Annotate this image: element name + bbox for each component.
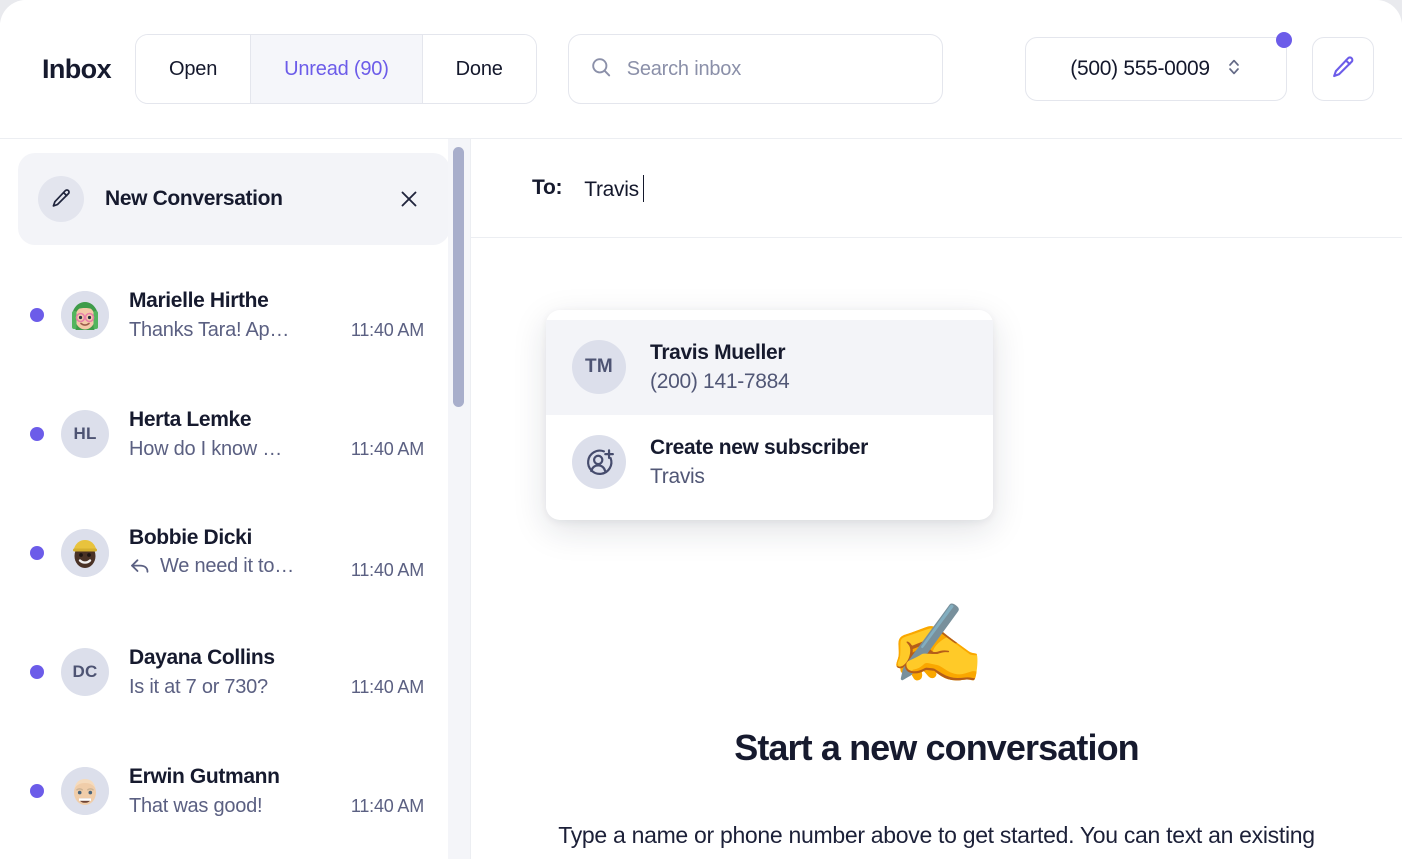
sidebar-scrollbar-thumb[interactable] xyxy=(453,147,464,407)
sidebar-scrollbar[interactable] xyxy=(448,139,470,859)
table-row[interactable]: DC Dayana Collins Is it at 7 or 730? 11:… xyxy=(0,612,470,731)
new-conversation-item[interactable]: New Conversation xyxy=(18,153,450,245)
to-input-value: Travis xyxy=(584,177,639,201)
preview-text: Is it at 7 or 730? xyxy=(129,675,268,698)
conversation-text: Marielle Hirthe Thanks Tara! Ap… 11:40 A… xyxy=(129,287,424,341)
unread-indicator xyxy=(30,783,44,798)
close-icon[interactable] xyxy=(394,184,424,214)
conversation-list: Marielle Hirthe Thanks Tara! Ap… 11:40 A… xyxy=(0,251,470,850)
avatar-initials: HL xyxy=(73,423,97,443)
unread-indicator xyxy=(30,307,44,322)
message-preview: That was good! xyxy=(129,794,263,818)
text-caret xyxy=(642,174,645,202)
table-row[interactable]: HL Herta Lemke How do I know … 11:40 AM xyxy=(0,374,470,493)
conversation-sidebar: New Conversation Marielle Hirthe Thanks … xyxy=(0,139,470,859)
message-preview: Thanks Tara! Ap… xyxy=(129,319,289,342)
preview-text: Thanks Tara! Ap… xyxy=(129,318,290,341)
message-preview: Is it at 7 or 730? xyxy=(129,676,268,699)
avatar-initials: TM xyxy=(584,356,614,378)
suggestion-phone: (200) 141-7884 xyxy=(650,370,790,394)
chevron-updown-icon xyxy=(1226,55,1242,84)
to-field-bar[interactable]: To: Travis xyxy=(471,139,1402,238)
avatar xyxy=(61,528,109,577)
conversation-text: Dayana Collins Is it at 7 or 730? 11:40 … xyxy=(129,644,424,698)
contact-name: Dayana Collins xyxy=(129,646,275,670)
app-window: Inbox Open Unread (90) Done Search inbox… xyxy=(0,0,1402,859)
avatar xyxy=(61,290,109,339)
suggestion-create-value: Travis xyxy=(650,465,705,489)
empty-state-title: Start a new conversation xyxy=(734,727,1139,768)
recipient-suggestions-dropdown: TM Travis Mueller (200) 141-7884 Create … xyxy=(546,310,993,520)
reply-arrow-icon xyxy=(129,556,151,576)
suggestion-create-subscriber[interactable]: Create new subscriber Travis xyxy=(546,414,993,510)
suggestion-text: Travis Mueller (200) 141-7884 xyxy=(650,338,790,397)
timestamp: 11:40 AM xyxy=(350,319,424,340)
preview-text: How do I know … xyxy=(129,437,282,460)
timestamp: 11:40 AM xyxy=(350,560,424,581)
person-add-icon xyxy=(572,435,626,490)
conversation-meta: Is it at 7 or 730? 11:40 AM xyxy=(129,676,424,699)
contact-name: Marielle Hirthe xyxy=(129,289,269,313)
avatar: HL xyxy=(61,409,109,458)
timestamp: 11:40 AM xyxy=(350,795,424,816)
avatar xyxy=(61,766,109,815)
unread-indicator xyxy=(30,426,44,441)
unread-indicator xyxy=(30,664,44,679)
conversation-text: Bobbie Dicki We need it to… 11:40 AM xyxy=(129,524,424,582)
table-row[interactable]: Bobbie Dicki We need it to… 11:40 AM xyxy=(0,493,470,612)
phone-number-value: (500) 555-0009 xyxy=(1070,57,1210,80)
timestamp: 11:40 AM xyxy=(350,676,424,697)
timestamp: 11:40 AM xyxy=(350,438,424,459)
message-preview: We need it to… xyxy=(129,555,294,578)
pencil-icon xyxy=(38,176,84,222)
avatar: TM xyxy=(572,340,626,395)
inbox-header: Inbox Open Unread (90) Done Search inbox… xyxy=(0,0,1402,139)
avatar-initials: DC xyxy=(72,661,98,681)
empty-state-subtitle: Type a name or phone number above to get… xyxy=(558,822,1315,848)
search-input[interactable]: Search inbox xyxy=(627,58,742,81)
message-preview: How do I know … xyxy=(129,438,282,461)
table-row[interactable]: Erwin Gutmann That was good! 11:40 AM xyxy=(0,731,470,850)
inbox-filter-tabs: Open Unread (90) Done xyxy=(135,34,537,104)
to-input[interactable]: Travis xyxy=(584,174,645,202)
to-label: To: xyxy=(532,176,563,199)
tab-unread[interactable]: Unread (90) xyxy=(250,35,422,103)
new-conversation-label: New Conversation xyxy=(105,187,283,210)
page-title: Inbox xyxy=(42,53,112,84)
unread-indicator xyxy=(30,545,44,560)
suggestion-text: Create new subscriber Travis xyxy=(650,433,868,492)
suggestion-create-label: Create new subscriber xyxy=(650,435,868,459)
tab-open[interactable]: Open xyxy=(136,35,251,103)
search-box[interactable]: Search inbox xyxy=(567,34,943,104)
conversation-text: Herta Lemke How do I know … 11:40 AM xyxy=(129,406,424,460)
pencil-icon xyxy=(1329,54,1357,85)
search-icon xyxy=(589,55,613,84)
conversation-meta: We need it to… 11:40 AM xyxy=(129,555,424,582)
conversation-meta: That was good! 11:40 AM xyxy=(129,795,424,818)
conversation-text: Erwin Gutmann That was good! 11:40 AM xyxy=(129,763,424,817)
conversation-meta: How do I know … 11:40 AM xyxy=(129,438,424,461)
conversation-meta: Thanks Tara! Ap… 11:40 AM xyxy=(129,319,424,342)
contact-name: Bobbie Dicki xyxy=(129,525,252,549)
notification-dot xyxy=(1276,32,1292,48)
contact-name: Erwin Gutmann xyxy=(129,765,280,789)
suggestion-name: Travis Mueller xyxy=(650,341,786,364)
compose-pane: To: Travis ✍️ Start a new conversation T… xyxy=(470,139,1402,859)
tab-done[interactable]: Done xyxy=(421,35,536,103)
avatar: DC xyxy=(61,647,109,696)
preview-text: That was good! xyxy=(129,794,263,817)
search-inbox[interactable]: Search inbox xyxy=(567,34,943,104)
suggestion-existing-subscriber[interactable]: TM Travis Mueller (200) 141-7884 xyxy=(546,320,993,415)
inbox-body: New Conversation Marielle Hirthe Thanks … xyxy=(0,139,1402,859)
writing-hand-emoji: ✍️ xyxy=(887,600,986,688)
contact-name: Herta Lemke xyxy=(129,408,252,432)
phone-number-select[interactable]: (500) 555-0009 xyxy=(1025,32,1292,101)
compose-button[interactable] xyxy=(1312,37,1374,101)
preview-text: We need it to… xyxy=(160,554,294,577)
table-row[interactable]: Marielle Hirthe Thanks Tara! Ap… 11:40 A… xyxy=(0,255,470,374)
